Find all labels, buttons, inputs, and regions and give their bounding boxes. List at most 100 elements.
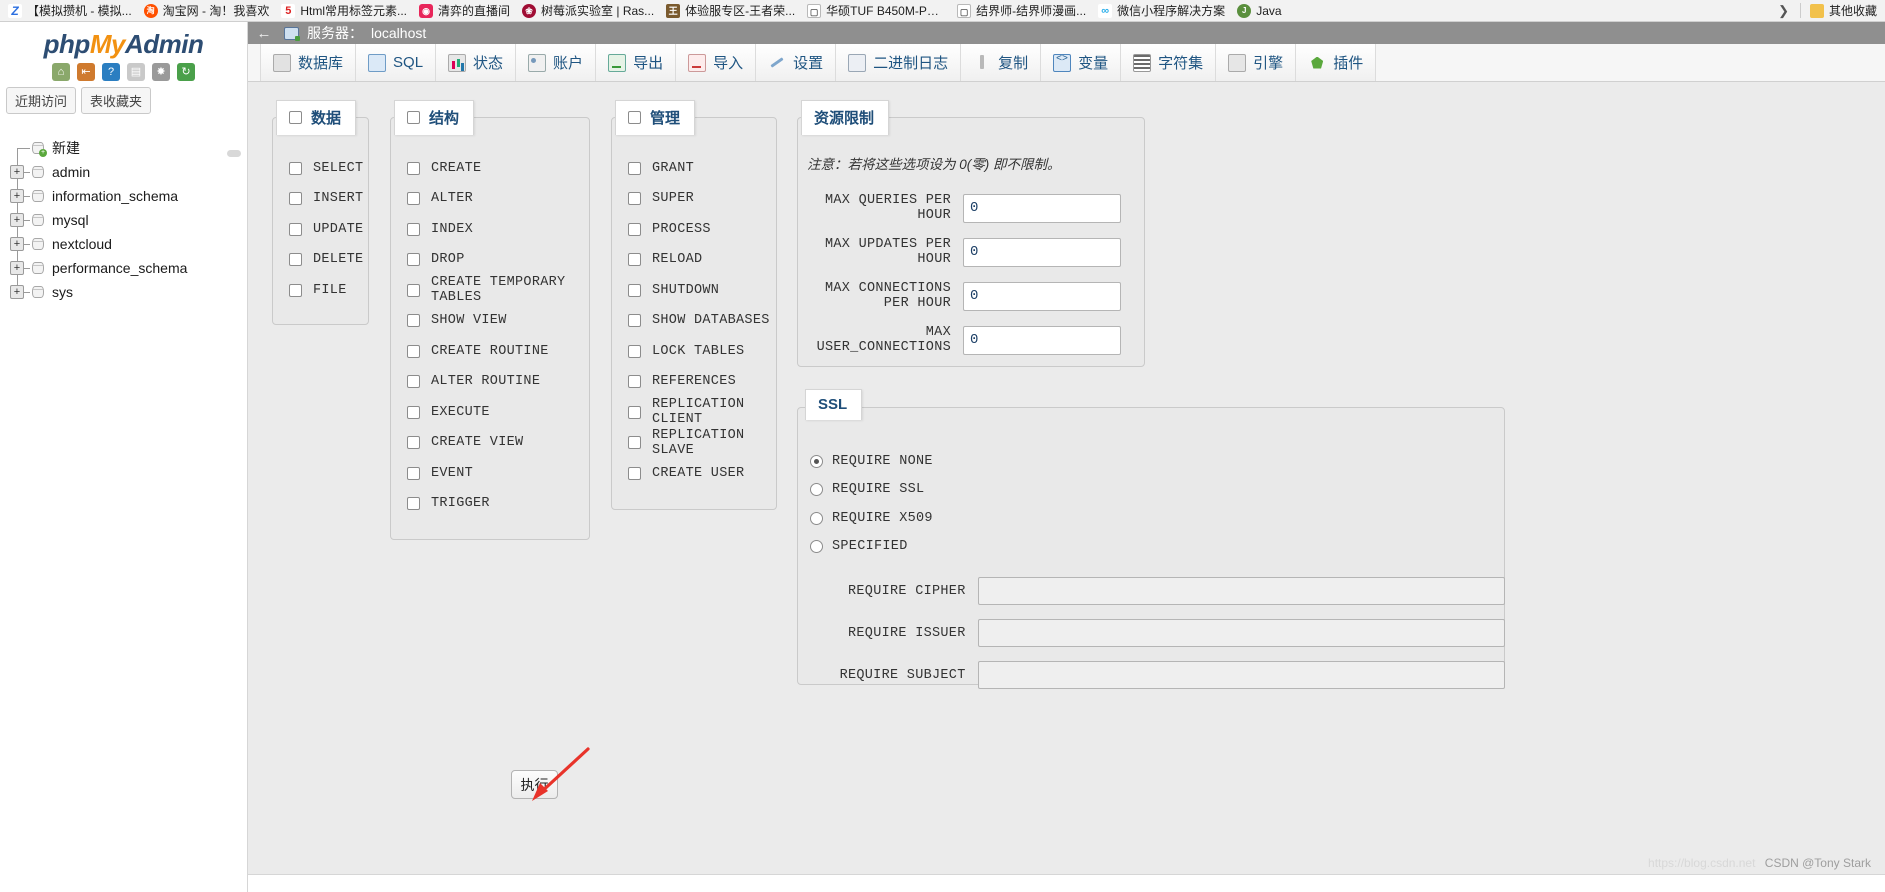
database-tree-item[interactable]: + performance_schema [8,256,247,280]
ssl-option-row[interactable]: REQUIRE SSL [797,476,1505,505]
data-privilege-checkbox[interactable] [289,222,302,236]
data-privilege-row[interactable]: SELECT [272,153,369,184]
browser-tab[interactable]: 淘淘宝网 - 淘！我喜欢 [138,0,276,21]
administration-privilege-checkbox[interactable] [628,222,641,236]
ssl-fields[interactable]: REQUIRE CIPHER REQUIRE ISSUER REQUIRE SUBJ… [797,561,1505,689]
administration-privilege-checkbox[interactable] [628,161,641,175]
administration-privileges-legend[interactable]: 管理 [615,100,696,135]
tab-status[interactable]: 状态 [436,44,517,81]
structure-privilege-checkbox[interactable] [407,344,420,358]
administration-privilege-row[interactable]: SHUTDOWN [611,275,777,306]
database-tree[interactable]: + 新建 + admin + information_schema + mysql + nextc… [0,122,247,304]
tab-replication[interactable]: 复制 [961,44,1042,81]
ssl-require-none-radio[interactable] [810,454,823,468]
structure-privilege-checkbox[interactable] [407,436,420,450]
data-privileges-legend[interactable]: 数据 [276,100,357,135]
database-tree-label[interactable]: performance_schema [52,260,187,276]
docs-icon[interactable]: ▤ [127,63,145,81]
administration-privilege-row[interactable]: SHOW DATABASES [611,306,777,337]
tab-import[interactable]: 导入 [676,44,757,81]
ssl-option-row[interactable]: SPECIFIED [797,533,1505,562]
structure-privilege-checkbox[interactable] [407,314,420,328]
database-tree-item[interactable]: + mysql [8,208,247,232]
browser-tab[interactable]: 5 Html常用标签元素... [275,0,413,21]
structure-privilege-row[interactable]: TRIGGER [390,489,590,520]
structure-privilege-row[interactable]: ALTER [390,184,590,215]
tab-binary-log[interactable]: 二进制日志 [836,44,962,81]
data-privileges-list[interactable]: SELECT INSERT UPDATE DELETE FILE [272,117,369,316]
administration-privilege-checkbox[interactable] [628,283,641,297]
browser-tab[interactable]: ▢ 华硕TUF B450M-PR... [801,0,951,21]
administration-privilege-checkbox[interactable] [628,466,641,480]
navigation-quick-tabs[interactable]: 近期访问 表收藏夹 [0,87,247,122]
database-tree-item[interactable]: + information_schema [8,184,247,208]
tab-overflow-button[interactable]: ❯ [1770,3,1797,19]
browser-tab[interactable]: ▢ 结界师-结界师漫画... [951,0,1092,21]
database-tree-item[interactable]: + sys [8,280,247,304]
home-icon[interactable]: ⌂ [52,63,70,81]
structure-privilege-checkbox[interactable] [407,375,420,389]
administration-privilege-checkbox[interactable] [628,192,641,206]
tab-charsets[interactable]: 字符集 [1121,44,1217,81]
expand-toggle-icon[interactable]: + [10,261,24,275]
administration-privilege-row[interactable]: PROCESS [611,214,777,245]
max-user-connections-input[interactable] [963,325,1121,355]
expand-toggle-icon[interactable]: + [10,165,24,179]
administration-privilege-checkbox[interactable] [628,405,641,419]
structure-privilege-row[interactable]: DROP [390,245,590,276]
data-privilege-row[interactable]: FILE [272,275,369,306]
tab-databases[interactable]: 数据库 [260,44,357,81]
administration-privilege-row[interactable]: REFERENCES [611,367,777,398]
structure-privilege-row[interactable]: CREATE [390,153,590,184]
settings-icon[interactable]: ✸ [152,63,170,81]
administration-privileges-list[interactable]: GRANT SUPER PROCESS RELOAD SHUTDOWN SHOW DATA… [611,117,777,499]
recent-tab[interactable]: 近期访问 [6,87,77,114]
structure-privilege-row[interactable]: EXECUTE [390,397,590,428]
database-tree-label[interactable]: information_schema [52,188,178,204]
data-select-all-checkbox[interactable] [289,111,302,124]
database-tree-item[interactable]: + nextcloud [8,232,247,256]
database-tree-label[interactable]: 新建 [52,138,80,158]
administration-privilege-checkbox[interactable] [628,344,641,358]
data-privilege-row[interactable]: INSERT [272,184,369,215]
data-privilege-checkbox[interactable] [289,161,302,175]
execute-button[interactable]: 执行 [511,770,558,799]
browser-tab[interactable]: 王体验服专区-王者荣... [660,0,801,21]
expand-toggle-icon[interactable]: + [10,213,24,227]
data-privilege-row[interactable]: DELETE [272,245,369,276]
navigation-icon-bar[interactable]: ⌂ ⇤? ▤ ✸ ↻ [0,62,247,87]
tab-engines[interactable]: 引擎 [1216,44,1297,81]
favorites-tab[interactable]: 表收藏夹 [81,87,152,114]
browser-tab[interactable]: Z 【模拟攒机 - 模拟... [2,0,138,21]
data-privilege-checkbox[interactable] [289,192,302,206]
phpmyadmin-logo[interactable]: phpMyAdmin [0,22,247,62]
ssl-require-x509-radio[interactable] [810,511,823,525]
browser-tab-strip[interactable]: Z 【模拟攒机 - 模拟... 淘淘宝网 - 淘！我喜欢 5 Html常用标签元素...… [0,0,1885,22]
administration-privilege-row[interactable]: LOCK TABLES [611,336,777,367]
administration-privilege-checkbox[interactable] [628,375,641,389]
ssl-specified-radio[interactable] [810,540,823,554]
reload-icon[interactable]: ↻ [177,63,195,81]
structure-privilege-checkbox[interactable] [407,253,420,267]
max-connections-per-hour-input[interactable] [963,281,1121,311]
tab-settings[interactable]: 设置 [756,44,837,81]
structure-privileges-list[interactable]: CREATE ALTER INDEX DROP CREATE TEMPORARY TAB… [390,117,590,529]
resource-limits-fields[interactable]: MAX QUERIES PER HOUR MAX UPDATES PER HOUR… [797,173,1145,355]
data-privilege-checkbox[interactable] [289,283,302,297]
require-cipher-input[interactable] [977,577,1505,605]
browser-tab[interactable]: ∞ 微信小程序解决方案 [1092,0,1231,21]
tab-sql[interactable]: SQL [356,44,437,81]
structure-privilege-row[interactable]: EVENT [390,458,590,489]
data-privilege-checkbox[interactable] [289,253,302,267]
database-tree-label[interactable]: mysql [52,212,89,228]
structure-select-all-checkbox[interactable] [407,111,420,124]
browser-tab[interactable]: ❀ 树莓派实验室 | Ras... [516,0,660,21]
administration-privilege-row[interactable]: SUPER [611,184,777,215]
structure-privilege-row[interactable]: CREATE TEMPORARY TABLES [390,275,590,306]
require-issuer-input[interactable] [977,619,1505,647]
ssl-option-row[interactable]: REQUIRE X509 [797,504,1505,533]
logout-icon[interactable]: ⇤ [77,63,95,81]
browser-tab[interactable]: ◉ 清弈的直播间 [413,0,516,21]
ssl-require-ssl-radio[interactable] [810,483,823,497]
database-tree-label[interactable]: sys [52,284,73,300]
